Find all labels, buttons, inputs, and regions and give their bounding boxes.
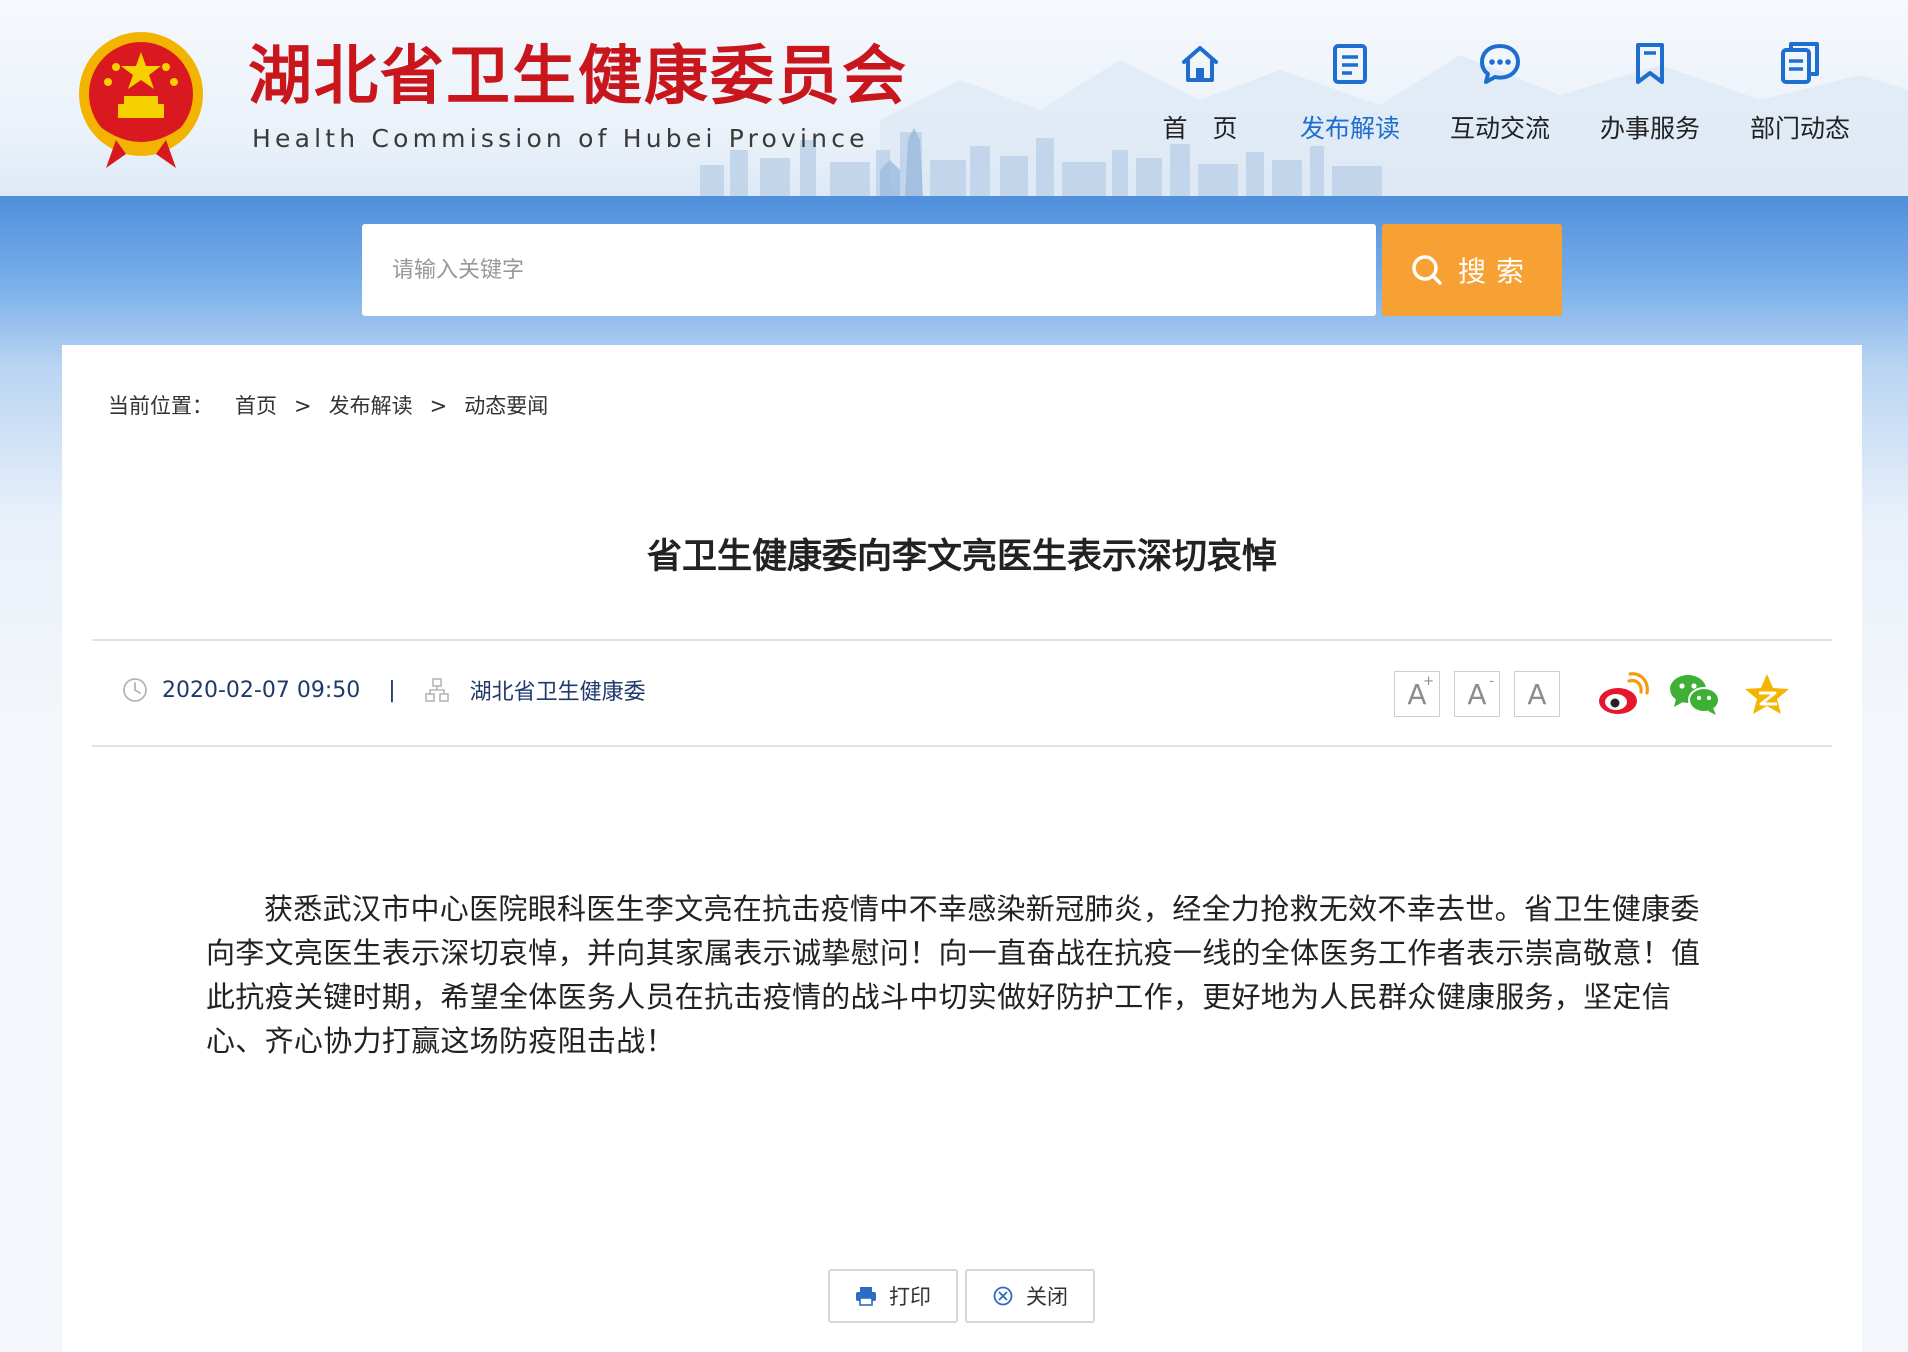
national-emblem-logo bbox=[79, 32, 203, 168]
qzone-icon bbox=[1745, 674, 1789, 714]
article-meta: 2020-02-07 09:50 | 湖北省卫生健康委 bbox=[122, 667, 646, 713]
close-button[interactable]: 关闭 bbox=[965, 1269, 1095, 1323]
print-button[interactable]: 打印 bbox=[828, 1269, 958, 1323]
font-default-label: A bbox=[1527, 677, 1547, 711]
breadcrumb-news[interactable]: 动态要闻 bbox=[464, 393, 548, 419]
font-larger-button[interactable]: A + bbox=[1394, 671, 1440, 717]
document-icon bbox=[1333, 44, 1367, 84]
wechat-icon bbox=[1670, 675, 1720, 715]
nav-label-home: 首 页 bbox=[1162, 114, 1238, 143]
site-title: 湖北省卫生健康委员会 bbox=[248, 40, 908, 114]
print-label: 打印 bbox=[889, 1285, 931, 1309]
copy-pages-icon bbox=[1781, 42, 1819, 84]
organization-icon bbox=[424, 678, 449, 702]
share-qzone-button[interactable] bbox=[1740, 669, 1794, 719]
nav-label-department: 部门动态 bbox=[1749, 114, 1850, 143]
breadcrumb-separator: > bbox=[429, 394, 448, 418]
breadcrumb-lead: 当前位置： bbox=[108, 394, 213, 418]
font-default-button[interactable]: A bbox=[1514, 671, 1560, 717]
nav-item-home[interactable]: 首 页 bbox=[1125, 38, 1275, 158]
printer-icon bbox=[856, 1287, 876, 1306]
article-body: 获悉武汉市中心医院眼科医生李文亮在抗击疫情中不幸感染新冠肺炎，经全力抢救无效不幸… bbox=[206, 892, 1701, 1058]
close-circle-icon bbox=[993, 1286, 1013, 1306]
search-button-label: 搜索 bbox=[1457, 255, 1534, 288]
meta-divider-line bbox=[92, 745, 1832, 747]
weibo-icon bbox=[1599, 672, 1649, 714]
font-smaller-button[interactable]: A- bbox=[1454, 671, 1500, 717]
nav-item-interaction[interactable]: 互动交流 bbox=[1425, 38, 1575, 158]
nav-item-release[interactable]: 发布解读 bbox=[1275, 38, 1425, 158]
breadcrumb-home[interactable]: 首页 bbox=[235, 393, 277, 419]
font-smaller-label: A bbox=[1467, 677, 1487, 711]
nav-item-department[interactable]: 部门动态 bbox=[1725, 38, 1875, 158]
search-button[interactable]: 搜索 bbox=[1382, 224, 1562, 316]
site-subtitle: Health Commission of Hubei Province bbox=[252, 124, 869, 153]
share-wechat-button[interactable] bbox=[1668, 669, 1722, 719]
breadcrumb-release[interactable]: 发布解读 bbox=[329, 393, 413, 419]
main-nav: 首 页 发布解读 互动交流 办事服务 部门动态 bbox=[1125, 38, 1865, 158]
nav-label-interaction: 互动交流 bbox=[1449, 114, 1550, 143]
article-title: 省卫生健康委向李文亮医生表示深切哀悼 bbox=[646, 537, 1277, 577]
nav-label-release: 发布解读 bbox=[1299, 114, 1400, 143]
bookmark-icon bbox=[1636, 43, 1664, 84]
search-input[interactable] bbox=[362, 224, 1376, 316]
site-header: 湖北省卫生健康委员会 Health Commission of Hubei Pr… bbox=[0, 0, 1908, 196]
home-icon bbox=[1182, 46, 1218, 82]
title-divider bbox=[92, 639, 1832, 641]
breadcrumb-separator: > bbox=[294, 394, 312, 418]
article-tools: A + A- A bbox=[1394, 669, 1794, 719]
nav-label-services: 办事服务 bbox=[1599, 114, 1700, 143]
article-card: 当前位置： 首页 > 发布解读 > 动态要闻 省卫生健康委向李文亮医生表示深切哀悼 202… bbox=[62, 345, 1862, 1352]
font-smaller-mark: - bbox=[1489, 674, 1494, 689]
search-icon bbox=[1412, 255, 1442, 285]
breadcrumb: 当前位置： 首页 > 发布解读 > 动态要闻 bbox=[108, 393, 548, 419]
article-actions: 打印 关闭 bbox=[828, 1269, 1102, 1323]
font-larger-mark: + bbox=[1423, 674, 1434, 689]
share-weibo-button[interactable] bbox=[1596, 669, 1650, 719]
chat-bubble-icon bbox=[1480, 44, 1520, 84]
clock-icon bbox=[123, 678, 147, 702]
meta-divider: | bbox=[388, 677, 396, 703]
close-label: 关闭 bbox=[1026, 1285, 1068, 1309]
publish-date: 2020-02-07 09:50 bbox=[162, 677, 361, 703]
article-source: 湖北省卫生健康委 bbox=[469, 680, 646, 705]
nav-item-services[interactable]: 办事服务 bbox=[1575, 38, 1725, 158]
